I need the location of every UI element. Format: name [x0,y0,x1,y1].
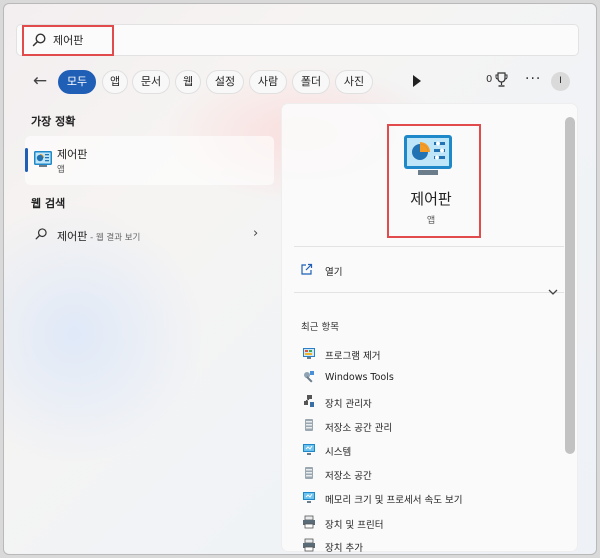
programs-icon [303,348,315,359]
recent-item[interactable]: 장치 및 프린터 [298,511,558,533]
best-match-heading: 가장 정확 [31,115,76,128]
system-icon [303,492,315,503]
recent-item[interactable]: 장치 추가 [298,534,558,556]
open-label: 열기 [325,267,343,278]
chevron-right-icon[interactable]: › [253,226,258,241]
control-panel-icon [34,151,52,167]
open-action[interactable]: 열기 [300,260,550,282]
chevron-down-icon[interactable] [547,286,559,298]
recent-item[interactable]: 저장소 공간 관리 [298,414,558,436]
search-icon [35,228,47,240]
recent-item[interactable]: 메모리 크기 및 프로세서 속도 보기 [298,486,558,508]
web-search-item[interactable]: 제어판 - 웹 결과 보기 › [25,220,274,248]
scrollbar[interactable] [565,117,575,454]
recent-item-label: 시스템 [325,447,352,458]
recent-item-label: 저장소 공간 [325,471,372,482]
app-highlight-box [387,124,481,238]
web-search-subtext: - 웹 결과 보기 [87,233,141,243]
filter-tab-settings[interactable]: 설정 [206,70,244,94]
web-search-text: 제어판 - 웹 결과 보기 [57,228,140,244]
recent-item-label: Windows Tools [325,372,394,383]
filter-tab-photos[interactable]: 사진 [335,70,373,94]
web-search-heading: 웹 검색 [31,197,66,210]
play-icon[interactable] [412,74,422,88]
avatar[interactable]: I [551,72,570,91]
trophy-icon[interactable] [495,72,508,88]
filter-tab-people[interactable]: 사람 [249,70,287,94]
web-search-query: 제어판 [57,230,88,243]
recent-item-label: 장치 관리자 [325,399,372,410]
recent-item[interactable]: 저장소 공간 [298,462,558,484]
best-match-item[interactable]: 제어판 앱 [25,136,274,185]
more-options-button[interactable]: ··· [525,71,541,87]
selection-indicator [25,148,28,172]
filter-tab-documents[interactable]: 문서 [132,70,170,94]
printer-icon [303,538,315,552]
recent-item[interactable]: Windows Tools [298,366,558,388]
best-match-type: 앱 [57,165,65,175]
printer-icon [303,515,315,529]
storage-icon [305,419,313,431]
recent-item[interactable]: 프로그램 제거 [298,342,558,364]
search-highlight-box [22,25,114,56]
rewards-points: 0 [486,74,493,85]
filter-tab-web[interactable]: 웹 [175,70,201,94]
recent-item-label: 메모리 크기 및 프로세서 속도 보기 [325,495,463,506]
open-external-icon [301,263,313,275]
best-match-name: 제어판 [57,148,88,161]
device-manager-icon [304,395,314,407]
divider [294,246,564,247]
system-icon [303,444,315,455]
filter-bar: ← 모두 앱 문서 웹 설정 사람 폴더 사진 0 ··· I [26,68,576,96]
back-button[interactable]: ← [26,69,54,95]
recent-item[interactable]: 시스템 [298,438,558,460]
recent-item-label: 장치 및 프린터 [325,520,384,531]
divider [294,292,564,293]
recent-item-label: 저장소 공간 관리 [325,423,393,434]
tools-icon [304,371,314,383]
recent-item[interactable]: 장치 관리자 [298,390,558,412]
filter-tab-folders[interactable]: 폴더 [292,70,330,94]
recent-items-heading: 최근 항목 [301,322,339,333]
filter-tab-apps[interactable]: 앱 [102,70,128,94]
filter-tab-all[interactable]: 모두 [58,70,96,94]
recent-item-label: 프로그램 제거 [325,351,381,362]
storage-icon [305,467,313,479]
recent-item-label: 장치 추가 [325,543,363,554]
